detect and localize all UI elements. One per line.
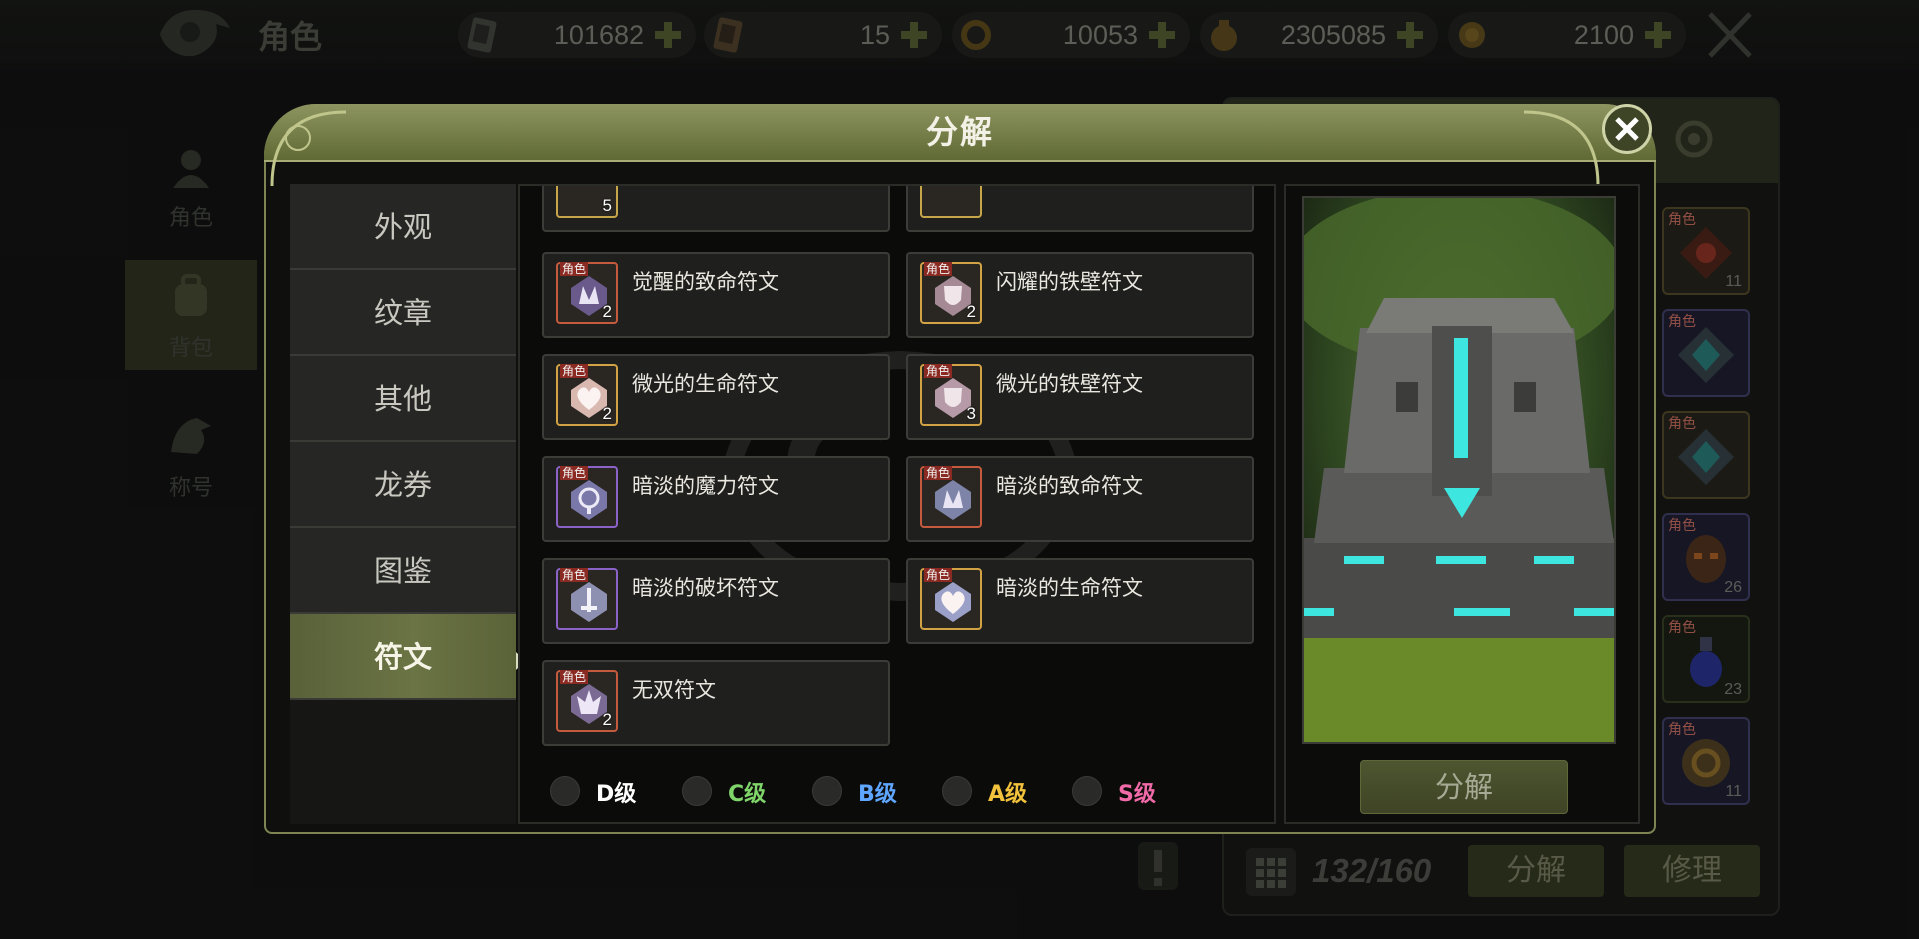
spike-rune-icon [935, 480, 971, 520]
item-count: 2 [966, 302, 976, 321]
category-tabs: 外观 纹章 其他 龙券 图鉴 符文 [290, 184, 516, 824]
grade-radio[interactable] [812, 776, 842, 806]
magic-rune-icon [571, 480, 607, 520]
item-name: 闪耀的铁壁符文 [996, 270, 1143, 294]
rune-item-icon: 角色 3 [920, 364, 982, 426]
grade-radio[interactable] [682, 776, 712, 806]
item-name: 觉醒的致命符文 [632, 270, 779, 294]
grade-label: S级 [1118, 782, 1156, 807]
rune-item-icon [920, 186, 982, 218]
rune-item-icon: 角色 [920, 568, 982, 630]
preview-panel: 分解 [1284, 184, 1640, 824]
rune-list[interactable]: G 5 角色 2 觉醒的致命符文 角色 2 闪耀的铁壁符文 [518, 184, 1276, 824]
tab-other[interactable]: 其他 [290, 356, 516, 442]
rune-item-icon: 角色 2 [556, 670, 618, 732]
item-name: 暗淡的致命符文 [996, 474, 1143, 498]
item-name: 暗淡的生命符文 [996, 576, 1143, 600]
rune-altar-preview-image [1302, 196, 1616, 744]
item-count: 2 [602, 302, 612, 321]
list-item[interactable]: 角色 暗淡的破坏符文 [542, 558, 890, 644]
list-item[interactable]: 角色 2 闪耀的铁壁符文 [906, 252, 1254, 338]
item-name: 暗淡的魔力符文 [632, 474, 779, 498]
list-item[interactable]: 角色 3 微光的铁壁符文 [906, 354, 1254, 440]
tab-appearance[interactable]: 外观 [290, 184, 516, 270]
grade-radio[interactable] [550, 776, 580, 806]
item-count: 2 [602, 710, 612, 729]
rune-altar-image [1304, 198, 1614, 742]
rune-item-icon: 角色 [556, 466, 618, 528]
list-item[interactable]: 角色 暗淡的魔力符文 [542, 456, 890, 542]
item-name: 暗淡的破坏符文 [632, 576, 779, 600]
grade-radio[interactable] [1072, 776, 1102, 806]
list-item[interactable]: 角色 2 觉醒的致命符文 [542, 252, 890, 338]
item-name: 微光的生命符文 [632, 372, 779, 396]
sword-rune-icon [571, 582, 607, 622]
tab-rune[interactable]: 符文 [290, 614, 516, 700]
tab-collection[interactable]: 图鉴 [290, 528, 516, 614]
item-name: 无双符文 [632, 678, 716, 702]
list-item[interactable]: 角色 暗淡的生命符文 [906, 558, 1254, 644]
list-item[interactable]: 角色 暗淡的致命符文 [906, 456, 1254, 542]
heart-rune-icon [935, 582, 971, 622]
rune-item-icon: 角色 2 [920, 262, 982, 324]
list-item[interactable]: 角色 2 无双符文 [542, 660, 890, 746]
rune-item-icon: 角色 2 [556, 364, 618, 426]
grade-label: D级 [596, 782, 637, 807]
rune-item-icon: 角色 2 [556, 262, 618, 324]
item-count: 3 [966, 404, 976, 423]
modal-title: 分解 [925, 113, 994, 151]
rune-item-icon: 5 [556, 186, 618, 218]
grade-label: B级 [858, 782, 897, 807]
list-item-partial[interactable]: 5 [542, 186, 890, 232]
rune-item-icon: 角色 [920, 466, 982, 528]
decompose-modal: 分解 外观 纹章 其他 龙券 图鉴 符文 G 5 角色 [264, 104, 1656, 834]
tab-emblem[interactable]: 纹章 [290, 270, 516, 356]
decompose-button[interactable]: 分解 [1360, 760, 1568, 814]
item-name: 微光的铁壁符文 [996, 372, 1143, 396]
tab-dragon-ticket[interactable]: 龙券 [290, 442, 516, 528]
list-item-partial[interactable] [906, 186, 1254, 232]
close-button[interactable] [1602, 104, 1652, 154]
close-icon [1615, 117, 1639, 141]
rune-item-icon: 角色 [556, 568, 618, 630]
grade-label: C级 [728, 782, 767, 807]
list-item[interactable]: 角色 2 微光的生命符文 [542, 354, 890, 440]
item-count: 2 [602, 404, 612, 423]
item-count: 5 [602, 196, 612, 215]
grade-radio[interactable] [942, 776, 972, 806]
grade-label: A级 [988, 782, 1028, 807]
